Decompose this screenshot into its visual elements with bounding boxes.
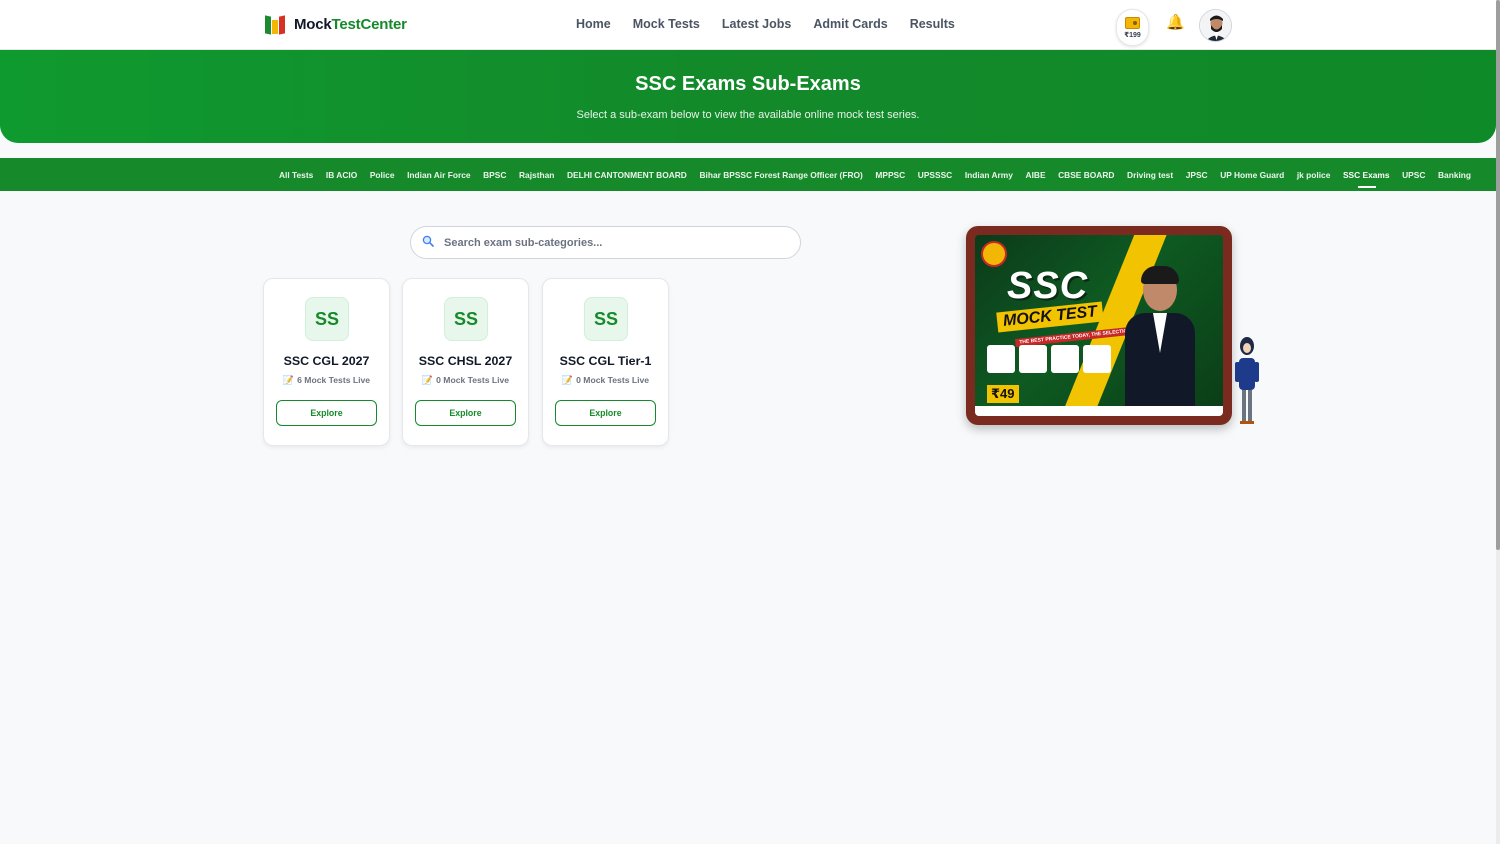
memo-icon: 📝 bbox=[421, 375, 434, 385]
nav-home[interactable]: Home bbox=[576, 17, 611, 31]
user-avatar[interactable] bbox=[1199, 9, 1232, 42]
hero-banner: SSC Exams Sub-Exams Select a sub-exam be… bbox=[0, 50, 1496, 143]
exam-card-ssc-cgl-tier-1: SS SSC CGL Tier-1 📝 0 Mock Tests Live Exp… bbox=[542, 278, 669, 446]
category-tab-upsc[interactable]: UPSC bbox=[1402, 170, 1425, 180]
category-tab-rajsthan[interactable]: Rajsthan bbox=[519, 170, 554, 180]
category-tab-driving-test[interactable]: Driving test bbox=[1127, 170, 1173, 180]
top-navbar: MockTestCenter Home Mock Tests Latest Jo… bbox=[0, 0, 1500, 50]
search-input[interactable] bbox=[444, 227, 794, 258]
promo-headline: SSC bbox=[1007, 265, 1089, 307]
category-tabs: All Tests IB ACIO Police Indian Air Force BP… bbox=[0, 158, 1496, 191]
page-subtitle: Select a sub-exam below to view the avai… bbox=[576, 109, 920, 121]
category-tab-cbse-board[interactable]: CBSE BOARD bbox=[1058, 170, 1114, 180]
explore-button[interactable]: Explore bbox=[555, 400, 656, 426]
mock-test-count: 📝 6 Mock Tests Live bbox=[282, 375, 371, 385]
feature-icon bbox=[1051, 345, 1079, 373]
mock-test-count: 📝 0 Mock Tests Live bbox=[561, 375, 650, 385]
nav-results[interactable]: Results bbox=[910, 17, 955, 31]
exam-card-ssc-chsl-2027: SS SSC CHSL 2027 📝 0 Mock Tests Live Expl… bbox=[402, 278, 529, 446]
exam-badge: SS bbox=[584, 297, 628, 341]
category-tab-banking[interactable]: Banking bbox=[1438, 170, 1471, 180]
feature-icon bbox=[987, 345, 1015, 373]
mascot-figure-icon bbox=[1235, 337, 1259, 424]
scrollbar-thumb[interactable] bbox=[1496, 0, 1500, 550]
category-tab-jk-police[interactable]: jk police bbox=[1297, 170, 1331, 180]
memo-icon: 📝 bbox=[282, 375, 295, 385]
category-tab-up-home-guard[interactable]: UP Home Guard bbox=[1220, 170, 1284, 180]
category-tab-upsssc[interactable]: UPSSSC bbox=[918, 170, 952, 180]
promo-banner[interactable]: SSC MOCK TEST THE BEST PRACTICE TODAY, T… bbox=[966, 226, 1232, 425]
wallet-balance: ₹199 bbox=[1124, 31, 1141, 39]
promo-price: ₹49 bbox=[987, 385, 1019, 403]
feature-icon bbox=[1083, 345, 1111, 373]
category-tab-delhi-cantonment-board[interactable]: DELHI CANTONMENT BOARD bbox=[567, 170, 687, 180]
brand-logo[interactable]: MockTestCenter bbox=[265, 14, 407, 35]
category-tab-ib-acio[interactable]: IB ACIO bbox=[326, 170, 357, 180]
category-tab-jpsc[interactable]: JPSC bbox=[1186, 170, 1208, 180]
memo-icon: 📝 bbox=[561, 375, 574, 385]
explore-button[interactable]: Explore bbox=[276, 400, 377, 426]
presenter-image bbox=[1125, 266, 1195, 416]
exam-badge: SS bbox=[305, 297, 349, 341]
main-nav: Home Mock Tests Latest Jobs Admit Cards … bbox=[576, 17, 955, 31]
exam-title: SSC CGL 2027 bbox=[283, 354, 370, 368]
explore-button[interactable]: Explore bbox=[415, 400, 516, 426]
search-box bbox=[410, 226, 801, 259]
page-title: SSC Exams Sub-Exams bbox=[635, 73, 861, 95]
search-icon bbox=[422, 235, 434, 247]
nav-mock-tests[interactable]: Mock Tests bbox=[633, 17, 700, 31]
exam-badge: SS bbox=[444, 297, 488, 341]
category-tab-aibe[interactable]: AIBE bbox=[1026, 170, 1046, 180]
brand-name: MockTestCenter bbox=[294, 15, 407, 33]
category-tab-mppsc[interactable]: MPPSC bbox=[875, 170, 905, 180]
ssc-emblem-icon bbox=[981, 241, 1007, 267]
category-tab-police[interactable]: Police bbox=[370, 170, 395, 180]
feature-icon bbox=[1019, 345, 1047, 373]
category-tab-indian-army[interactable]: Indian Army bbox=[965, 170, 1013, 180]
category-tab-bihar-bpssc-forest-range-officer-fro[interactable]: Bihar BPSSC Forest Range Officer (FRO) bbox=[699, 170, 862, 180]
avatar-icon bbox=[1200, 10, 1231, 41]
exam-card-ssc-cgl-2027: SS SSC CGL 2027 📝 6 Mock Tests Live Explo… bbox=[263, 278, 390, 446]
exam-title: SSC CHSL 2027 bbox=[418, 354, 513, 368]
book-logo-icon bbox=[265, 14, 286, 35]
nav-latest-jobs[interactable]: Latest Jobs bbox=[722, 17, 791, 31]
nav-admit-cards[interactable]: Admit Cards bbox=[813, 17, 887, 31]
category-tab-bpsc[interactable]: BPSC bbox=[483, 170, 506, 180]
wallet-icon bbox=[1125, 16, 1140, 29]
bell-icon[interactable]: 🔔 bbox=[1166, 15, 1185, 30]
exam-title: SSC CGL Tier-1 bbox=[559, 354, 652, 368]
category-tab-ssc-exams[interactable]: SSC Exams bbox=[1343, 170, 1390, 188]
category-tab-all-tests[interactable]: All Tests bbox=[279, 170, 313, 180]
wallet-button[interactable]: ₹199 bbox=[1116, 9, 1149, 46]
category-tab-indian-air-force[interactable]: Indian Air Force bbox=[407, 170, 470, 180]
promo-image: SSC MOCK TEST THE BEST PRACTICE TODAY, T… bbox=[975, 235, 1223, 416]
mock-test-count: 📝 0 Mock Tests Live bbox=[421, 375, 510, 385]
